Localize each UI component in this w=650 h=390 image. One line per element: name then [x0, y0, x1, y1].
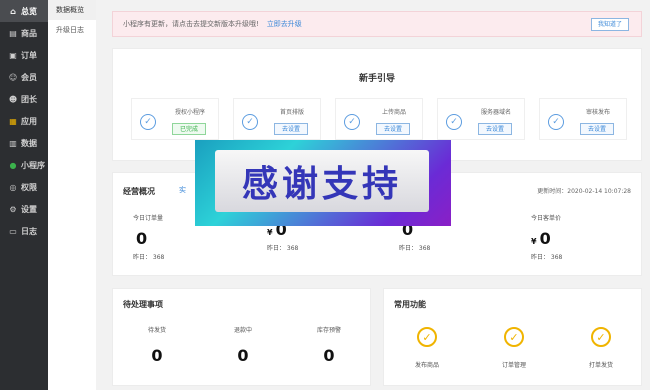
step-setup-button[interactable]: 去设置 [580, 123, 614, 135]
guide-step: ✓ 授权小程序 已完成 [131, 98, 219, 140]
step-name: 服务器域名 [480, 109, 511, 116]
settings-icon: ⚙ [9, 204, 17, 214]
stat-block: 今日客单价 ¥0 昨日： 368 [531, 213, 650, 261]
sidebar-item-label: 权限 [21, 182, 37, 192]
sidebar-item-label: 订单 [21, 50, 37, 60]
stat-value: 0 [136, 229, 148, 248]
member-icon: ☺ [8, 72, 18, 82]
pending-item[interactable]: 待发货 0 [127, 325, 187, 365]
function-label: 订单管理 [501, 362, 526, 369]
function-publish-goods[interactable]: ✓ 发布商品 [397, 327, 457, 369]
sidebar-item-label: 会员 [21, 72, 37, 82]
stat-yesterday: 昨日： 368 [267, 245, 299, 252]
common-functions: 常用功能 ✓ 发布商品 ✓ 订单管理 ✓ 打单发货 [383, 288, 642, 386]
sidebar-item-log[interactable]: ▭ 日志 [0, 220, 48, 242]
step-completed-button[interactable]: 已完成 [172, 123, 206, 135]
check-circle-icon: ✓ [417, 327, 437, 347]
step-name: 上传商品 [381, 109, 406, 116]
guide-title: 新手引导 [358, 74, 395, 84]
pending-title: 待处理事项 [123, 300, 163, 309]
stat-label: 今日客单价 [531, 215, 562, 222]
step-name: 审核发布 [585, 109, 610, 116]
sidebar-item-data[interactable]: ▥ 数据 [0, 132, 48, 154]
sidebar-item-label: 日志 [21, 226, 37, 236]
step-name: 首页排版 [279, 109, 304, 116]
step-setup-button[interactable]: 去设置 [376, 123, 410, 135]
step-setup-button[interactable]: 去设置 [478, 123, 512, 135]
common-title: 常用功能 [394, 300, 426, 309]
sidebar-item-orders[interactable]: ▣ 订单 [0, 44, 48, 66]
overview-tab[interactable]: 实 [179, 185, 186, 195]
sidebar-item-apps[interactable]: ▦ 应用 [0, 110, 48, 132]
dismiss-notice-button[interactable]: 我知道了 [590, 18, 629, 31]
pending-tasks: 待处理事项 待发货 0 退款中 0 库存预警 0 [112, 288, 371, 386]
sidebar-item-label: 小程序 [21, 160, 45, 170]
banner-plate: 感谢支持 [215, 150, 429, 212]
stat-yesterday: 昨日： 368 [531, 254, 563, 261]
home-icon: ⌂ [10, 6, 16, 16]
permission-icon: ◎ [9, 182, 17, 192]
sidebar-item-label: 应用 [21, 116, 37, 126]
sidebar-item-label: 商品 [21, 28, 37, 38]
sidebar-item-permission[interactable]: ◎ 权限 [0, 176, 48, 198]
check-circle-icon: ✓ [446, 114, 462, 130]
subnav-item-upgrade-log[interactable]: 升级日志 [48, 20, 96, 40]
sidebar-item-team[interactable]: ☻ 团长 [0, 88, 48, 110]
subnav-item-data-overview[interactable]: 数据概览 [48, 0, 96, 20]
thanks-banner-overlay: 感谢支持 [195, 140, 451, 226]
team-icon: ☻ [8, 94, 18, 104]
sidebar: ⌂ 总览 ▤ 商品 ▣ 订单 ☺ 会员 ☻ 团长 ▦ 应用 ▥ 数据 ● 小程序 ◎ 权限 ⚙ 设置… [0, 0, 48, 390]
check-circle-icon: ✓ [504, 327, 524, 347]
step-name: 授权小程序 [174, 109, 205, 116]
order-icon: ▣ [9, 50, 17, 60]
sidebar-item-label: 设置 [21, 204, 37, 214]
function-print-ship[interactable]: ✓ 打单发货 [571, 327, 631, 369]
upgrade-now-link[interactable]: 立即去升级 [267, 19, 302, 29]
guide-step: ✓ 服务器域名 去设置 [437, 98, 525, 140]
check-circle-icon: ✓ [140, 114, 156, 130]
pending-count: 0 [323, 346, 335, 365]
sidebar-item-overview[interactable]: ⌂ 总览 [0, 0, 48, 22]
pending-item[interactable]: 退款中 0 [213, 325, 273, 365]
guide-step: ✓ 首页排版 去设置 [233, 98, 321, 140]
stat-value: ¥0 [531, 229, 551, 248]
sidebar-item-members[interactable]: ☺ 会员 [0, 66, 48, 88]
guide-step: ✓ 上传商品 去设置 [335, 98, 423, 140]
check-circle-icon: ✓ [344, 114, 360, 130]
sidebar-item-label: 团长 [21, 94, 37, 104]
sidebar-item-settings[interactable]: ⚙ 设置 [0, 198, 48, 220]
check-circle-icon: ✓ [591, 327, 611, 347]
check-circle-icon: ✓ [242, 114, 258, 130]
pending-label: 库存预警 [316, 327, 341, 334]
miniprogram-icon: ● [9, 160, 17, 170]
overview-title: 经营概况 [123, 187, 155, 196]
sidebar-item-goods[interactable]: ▤ 商品 [0, 22, 48, 44]
banner-text: 感谢支持 [241, 164, 402, 205]
update-time: 更新时间：2020-02-14 10:07:28 [537, 188, 631, 195]
sub-navigation: 数据概览 升级日志 [48, 0, 96, 390]
function-label: 发布商品 [414, 362, 439, 369]
sidebar-item-label: 数据 [21, 138, 37, 148]
update-notice: 小程序有更新，请点击去提交新版本升级哦! 立即去升级 我知道了 [112, 11, 642, 37]
notice-text: 小程序有更新，请点击去提交新版本升级哦! [123, 20, 259, 28]
pending-label: 待发货 [147, 327, 166, 334]
step-setup-button[interactable]: 去设置 [274, 123, 308, 135]
goods-icon: ▤ [9, 28, 17, 38]
function-order-management[interactable]: ✓ 订单管理 [484, 327, 544, 369]
pending-item[interactable]: 库存预警 0 [299, 325, 359, 365]
guide-step: ✓ 审核发布 去设置 [539, 98, 627, 140]
pending-count: 0 [237, 346, 249, 365]
pending-label: 退款中 [233, 327, 252, 334]
data-icon: ▥ [9, 138, 17, 148]
check-circle-icon: ✓ [548, 114, 564, 130]
pending-count: 0 [151, 346, 163, 365]
function-label: 打单发货 [588, 362, 613, 369]
sidebar-item-label: 总览 [21, 6, 37, 16]
stat-yesterday: 昨日： 368 [399, 245, 431, 252]
sidebar-item-miniprogram[interactable]: ● 小程序 [0, 154, 48, 176]
stat-yesterday: 昨日： 368 [133, 254, 165, 261]
apps-icon: ▦ [9, 116, 17, 126]
log-icon: ▭ [9, 226, 17, 236]
